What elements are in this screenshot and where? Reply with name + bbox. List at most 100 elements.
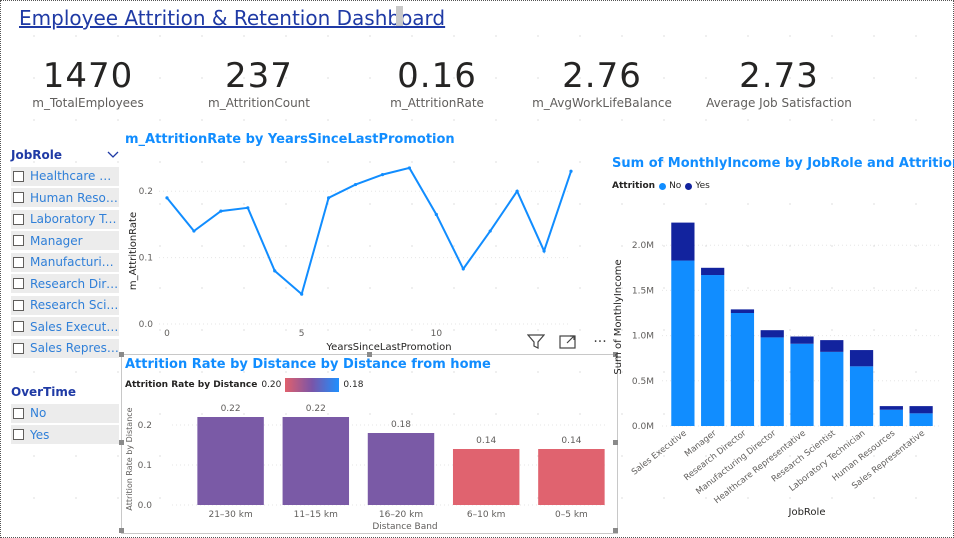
distance-bar-chart[interactable]: 0.0 0.1 0.2 0.22 21–30 km 0.22 11–15 km 0.18 16–… (122, 395, 616, 533)
y-tick-label: 0.0 (139, 320, 154, 330)
jobrole-slicer-item-label: Research Direc... (30, 276, 119, 291)
line-point[interactable] (515, 189, 519, 193)
x-axis-title: JobRole (788, 507, 826, 518)
jobrole-slicer-item[interactable]: Human Resour... (11, 188, 119, 207)
jobrole-slicer-item[interactable]: Research Scien... (11, 295, 119, 315)
checkbox[interactable] (13, 407, 24, 419)
line-point[interactable] (569, 169, 573, 173)
bar[interactable] (282, 417, 350, 505)
stacked-bar-segment-yes[interactable] (849, 350, 874, 367)
overtime-slicer-item[interactable]: No (11, 403, 119, 423)
title-resize-handle[interactable] (396, 6, 403, 26)
legend-item-yes[interactable]: Yes (685, 181, 710, 191)
legend-title: Attrition Rate by Distance (125, 380, 258, 390)
bar[interactable] (452, 449, 520, 505)
checkbox[interactable] (13, 278, 24, 289)
stacked-bar-segment-yes[interactable] (909, 406, 933, 414)
kpi-card-work-life-balance[interactable]: 2.76 m_AvgWorkLifeBalance (517, 56, 687, 110)
stacked-bar-segment-no[interactable] (730, 313, 755, 426)
jobrole-slicer-item[interactable]: Manufacturing... (11, 252, 119, 272)
stacked-bar-segment-no[interactable] (760, 337, 784, 426)
jobrole-slicer-item[interactable]: Laboratory Tec... (11, 209, 119, 229)
legend-item-no[interactable]: No (659, 181, 681, 191)
stacked-bar-segment-no[interactable] (879, 409, 903, 426)
stacked-bar-segment-yes[interactable] (701, 267, 725, 276)
jobrole-slicer-item[interactable]: Sales Represen... (11, 338, 119, 358)
chevron-down-icon[interactable] (107, 149, 119, 162)
bar[interactable] (197, 417, 264, 505)
jobrole-slicer[interactable]: JobRole Healthcare Re... Human Resour... L… (11, 146, 119, 358)
line-point[interactable] (192, 229, 196, 233)
line-point[interactable] (246, 206, 250, 210)
x-tick-label: 21–30 km (208, 510, 252, 520)
checkbox[interactable] (13, 213, 24, 225)
legend-label: No (669, 181, 682, 191)
overtime-slicer-item-label: Yes (30, 427, 50, 442)
overtime-slicer-item[interactable]: Yes (11, 425, 119, 444)
stacked-bar-segment-no[interactable] (909, 413, 933, 426)
kpi-label: m_AttritionRate (390, 96, 484, 110)
bar[interactable] (538, 449, 605, 505)
stacked-bar-segment-yes[interactable] (790, 336, 814, 344)
line-point[interactable] (434, 212, 438, 217)
kpi-card-job-satisfaction[interactable]: 2.73 Average Job Satisfaction (694, 56, 864, 110)
line-point[interactable] (380, 173, 385, 177)
checkbox[interactable] (13, 429, 24, 440)
checkbox[interactable] (13, 321, 24, 332)
line-point[interactable] (407, 166, 411, 170)
jobrole-slicer-item[interactable]: Healthcare Re... (11, 166, 119, 186)
line-point[interactable] (273, 269, 277, 273)
checkbox[interactable] (13, 299, 24, 311)
line-point[interactable] (165, 196, 169, 200)
focus-mode-icon[interactable] (558, 333, 578, 351)
overtime-slicer[interactable]: OverTime No Yes (11, 383, 119, 444)
stacked-bar-segment-yes[interactable] (671, 222, 695, 261)
stacked-income-chart[interactable]: 0.0M0.5M1.0M1.5M2.0MSales ExecutiveManag… (606, 195, 946, 525)
stacked-bar-segment-no[interactable] (820, 351, 844, 426)
stacked-chart-title: Sum of MonthlyIncome by JobRole and Attr… (612, 156, 954, 171)
line-series[interactable] (166, 166, 572, 296)
x-axis-title: YearsSinceLastPromotion (325, 342, 451, 353)
kpi-card-attrition-rate[interactable]: 0.16 m_AttritionRate (352, 56, 522, 110)
stacked-bar-segment-yes[interactable] (730, 309, 755, 313)
line-point[interactable] (327, 196, 331, 200)
jobrole-slicer-item-label: Research Scien... (30, 298, 119, 312)
stacked-bar-segment-yes[interactable] (820, 340, 844, 352)
stacked-bar-segment-no[interactable] (790, 343, 814, 426)
slicer-header: OverTime (11, 383, 119, 401)
line-point[interactable] (219, 209, 223, 213)
bar[interactable] (367, 433, 435, 505)
dashboard-title[interactable]: Employee Attrition & Retention Dashboard (19, 6, 445, 30)
line-point[interactable] (353, 182, 358, 187)
checkbox[interactable] (13, 256, 24, 268)
jobrole-slicer-item[interactable]: Research Direc... (11, 274, 119, 293)
line-point[interactable] (488, 229, 492, 233)
filter-icon[interactable] (526, 333, 546, 351)
line-chart[interactable]: 0.0 0.1 0.2 0 5 10 YearsSinceLastPromotion m_At… (121, 150, 581, 354)
checkbox[interactable] (13, 235, 24, 246)
kpi-card-total-employees[interactable]: 1470 m_TotalEmployees (3, 56, 173, 110)
line-point[interactable] (300, 292, 304, 296)
x-tick-label: 16–20 km (379, 510, 423, 520)
checkbox[interactable] (13, 342, 24, 354)
resize-handle[interactable] (119, 352, 124, 357)
jobrole-slicer-item-label: Laboratory Tec... (30, 212, 119, 226)
line-point[interactable] (542, 249, 546, 253)
jobrole-slicer-item[interactable]: Manager (11, 231, 119, 250)
checkbox[interactable] (13, 192, 24, 203)
jobrole-slicer-item[interactable]: Sales Executive (11, 317, 119, 336)
stacked-bar-segment-no[interactable] (849, 366, 874, 426)
bar-chart-legend: Attrition Rate by Distance 0.20 0.18 (125, 378, 363, 392)
stacked-bar-segment-no[interactable] (701, 275, 725, 426)
y-axis-title: Sum of MonthlyIncome (613, 259, 624, 374)
stacked-bar-segment-no[interactable] (671, 260, 695, 426)
legend-dot (685, 182, 693, 190)
stacked-bar-segment-yes[interactable] (760, 330, 784, 338)
line-chart-title: m_AttritionRate by YearsSinceLastPromoti… (125, 132, 455, 147)
stacked-bar-segment-yes[interactable] (879, 406, 903, 410)
slicer-header[interactable]: JobRole (11, 146, 119, 164)
kpi-card-attrition-count[interactable]: 237 m_AttritionCount (174, 56, 344, 110)
line-point[interactable] (461, 267, 465, 271)
y-tick-label: 0.2 (138, 421, 152, 431)
checkbox[interactable] (13, 170, 24, 182)
